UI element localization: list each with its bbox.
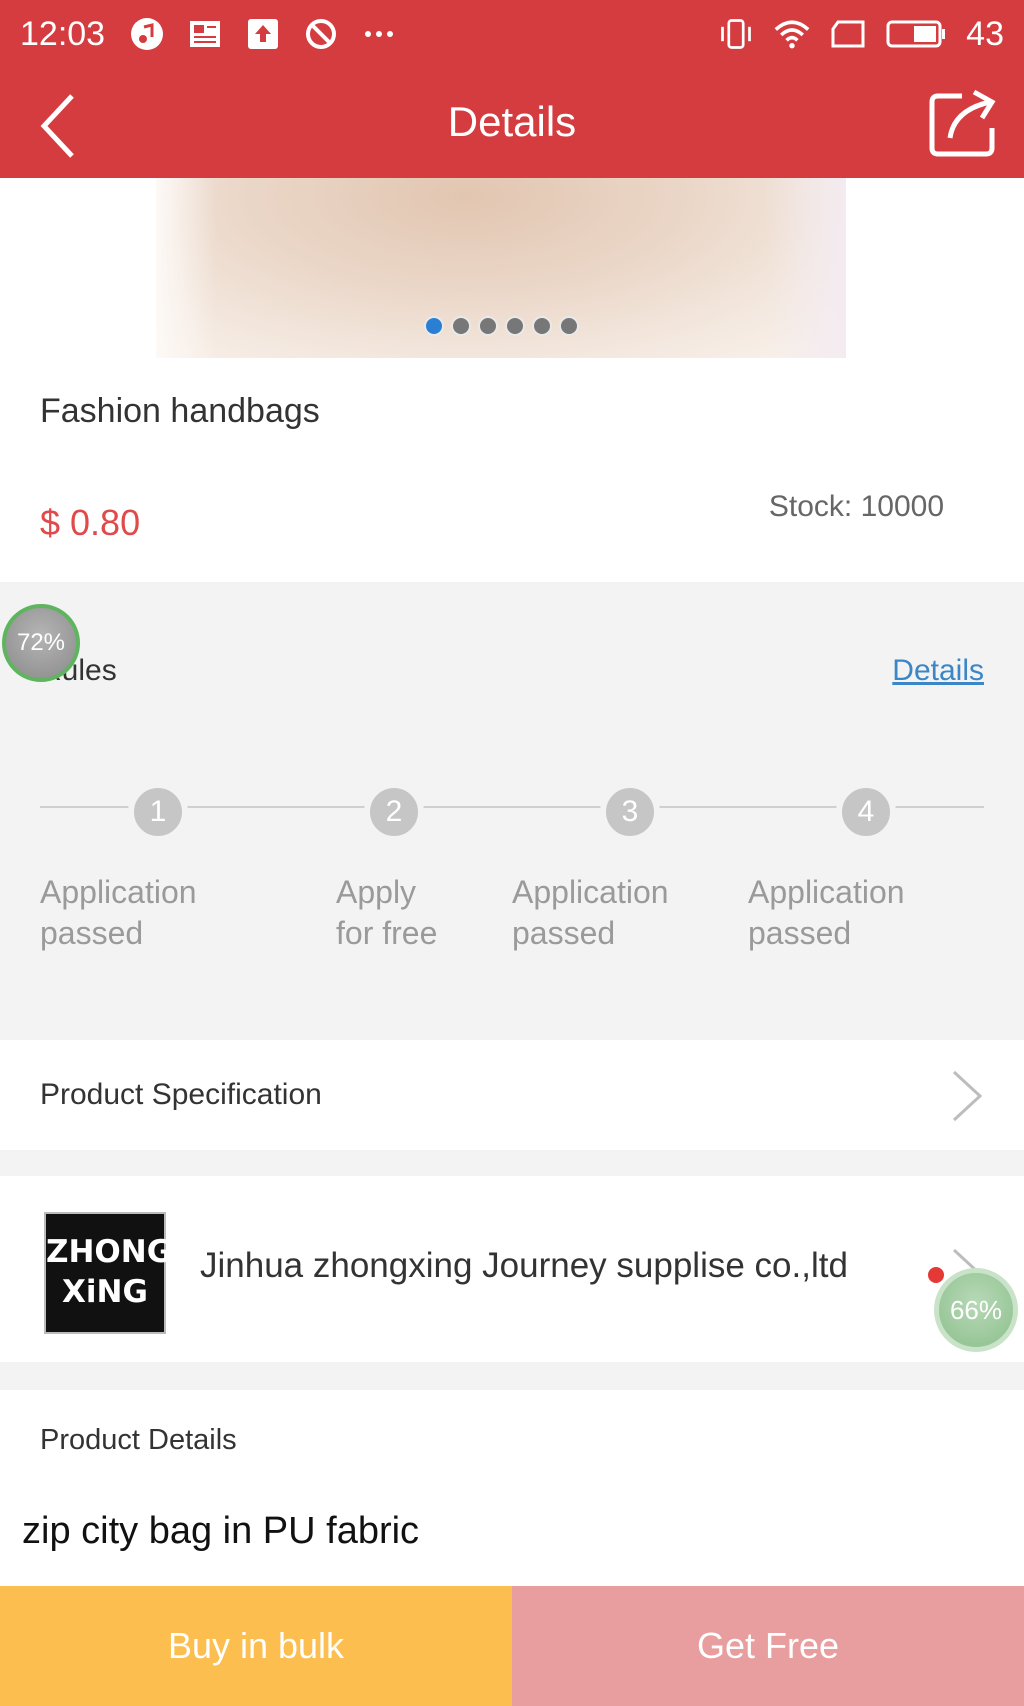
supplier-logo: ZHONG XiNG	[44, 1212, 173, 1334]
sim-icon	[830, 16, 866, 52]
carousel-dot	[451, 316, 471, 336]
logo-text: XiNG	[62, 1274, 148, 1310]
step-label: Application passed	[748, 872, 968, 954]
carousel-dot	[559, 316, 579, 336]
specification-label: Product Specification	[40, 1078, 322, 1111]
step-label-line: Application	[748, 874, 905, 910]
product-price: $ 0.80	[40, 502, 141, 543]
logo-text: ZHONG	[46, 1234, 173, 1270]
product-details-text: zip city bag in PU fabric	[22, 1510, 420, 1552]
battery-level: 43	[966, 14, 1004, 53]
rules-details-link[interactable]: Details	[892, 654, 984, 688]
status-left-icons	[129, 16, 397, 52]
carousel-indicator	[424, 316, 579, 336]
battery-icon	[886, 16, 946, 52]
page-title: Details	[447, 98, 577, 145]
step-number: 3	[600, 782, 660, 842]
news-icon	[187, 16, 223, 52]
status-right-icons: 43	[718, 15, 1004, 54]
vibrate-icon	[718, 16, 754, 52]
share-icon	[929, 89, 996, 157]
rules-section: Rules Details 1 2 3 4 Application passed…	[0, 582, 1024, 1040]
carousel-dot	[532, 316, 552, 336]
step-label-line: passed	[748, 915, 852, 951]
carousel-dot	[478, 316, 498, 336]
wifi-icon	[774, 16, 810, 52]
upload-icon	[245, 16, 281, 52]
music-icon	[129, 16, 165, 52]
chevron-right-icon	[952, 1070, 983, 1122]
step-number: 2	[364, 782, 424, 842]
more-dots-icon	[361, 16, 397, 52]
product-details-heading: Product Details	[40, 1424, 237, 1456]
buy-in-bulk-button[interactable]: Buy in bulk	[0, 1586, 512, 1706]
get-free-button[interactable]: Get Free	[512, 1586, 1024, 1706]
step-label-line: Application	[512, 874, 669, 910]
app-header: Details	[0, 68, 1024, 178]
step-label-line: Application	[40, 874, 197, 910]
status-bar: 12:03 43	[0, 0, 1024, 68]
product-name: Fashion handbags	[40, 392, 320, 430]
step-number: 1	[128, 782, 188, 842]
carousel-dot-active	[424, 316, 444, 336]
status-time: 12:03	[20, 14, 106, 53]
product-info: Fashion handbags $ 0.80 Stock: 10000	[0, 358, 1024, 582]
bottom-action-bar: Buy in bulk Get Free	[0, 1586, 1024, 1706]
supplier-name: Jinhua zhongxing Journey supplise co.,lt…	[200, 1246, 848, 1285]
floating-progress-badge[interactable]: 72%	[2, 604, 80, 682]
share-button[interactable]	[928, 88, 998, 158]
product-specification-row[interactable]: Product Specification	[0, 1040, 1024, 1150]
product-details-section: Product Details zip city bag in PU fabri…	[0, 1390, 1024, 1586]
step-label: Application passed	[512, 872, 732, 954]
floating-progress-badge[interactable]: 66%	[934, 1268, 1018, 1352]
supplier-row[interactable]: ZHONG XiNG Jinhua zhongxing Journey supp…	[0, 1176, 1024, 1362]
carousel-dot	[505, 316, 525, 336]
step-label-line: passed	[512, 915, 616, 951]
step-number: 4	[836, 782, 896, 842]
step-label-line: passed	[40, 915, 144, 951]
step-label: Application passed	[40, 872, 260, 954]
product-stock: Stock: 10000	[768, 490, 944, 523]
blocked-icon	[303, 16, 339, 52]
notification-dot	[928, 1267, 944, 1283]
